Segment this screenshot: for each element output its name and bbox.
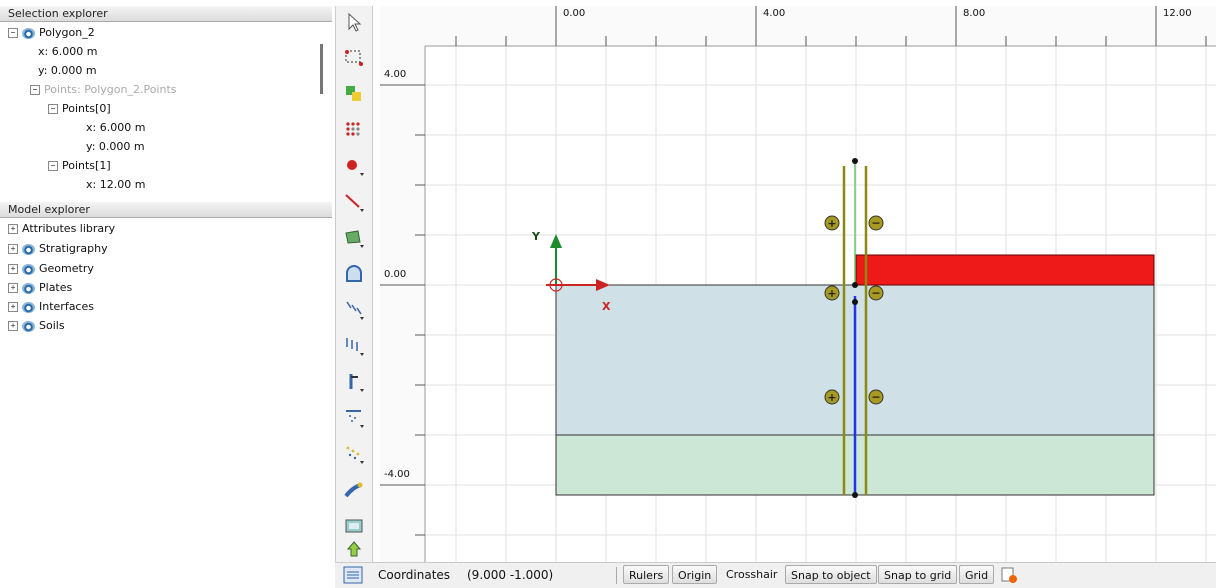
tree-item-label: y: 0.000 m (86, 140, 145, 153)
tree-item-label: x: 6.000 m (38, 45, 98, 58)
status-bar: Coordinates (9.000 -1.000) Rulers Origin… (335, 562, 1216, 588)
expand-icon[interactable]: + (8, 264, 18, 274)
tree-item-polygon[interactable]: − Polygon_2 (8, 24, 95, 42)
ruler-x-label: 0.00 (563, 8, 586, 19)
tree-item-soils[interactable]: + Soils (8, 317, 65, 335)
tree-item-label: y: 0.000 m (38, 64, 97, 77)
tree-item-points[interactable]: − Points: Polygon_2.Points (30, 81, 177, 99)
pore-pressure-icon[interactable] (342, 442, 366, 466)
tree-item-point0-y[interactable]: y: 0.000 m (86, 138, 145, 156)
snap-to-grid-toggle[interactable]: Snap to grid (878, 565, 958, 584)
selection-explorer-tree: − Polygon_2 x: 6.000 m y: 0.000 m − Points… (0, 22, 332, 198)
collapse-icon[interactable]: − (30, 85, 40, 95)
tree-item-label: Points[0] (62, 102, 111, 115)
ruler-x-label: 4.00 (763, 8, 786, 19)
create-tunnel-icon[interactable] (342, 262, 366, 286)
model-explorer-header: Model explorer (0, 202, 332, 218)
horizontal-ruler[interactable] (380, 6, 1216, 47)
origin-toggle[interactable]: Origin (672, 565, 718, 584)
tree-item-label: Points[1] (62, 159, 111, 172)
select-pointer-icon[interactable] (342, 10, 366, 34)
tree-item-point0-x[interactable]: x: 6.000 m (86, 119, 145, 137)
expand-icon[interactable]: + (8, 224, 18, 234)
tree-item-label: Polygon_2 (39, 26, 95, 39)
collapse-icon[interactable]: − (48, 161, 58, 171)
svg-text:−: − (871, 217, 880, 230)
grid-toggle[interactable]: Grid (959, 565, 995, 584)
svg-text:+: + (827, 287, 836, 300)
tree-item-plates[interactable]: + Plates (8, 279, 72, 297)
create-polygon-icon[interactable] (342, 226, 366, 250)
eye-icon[interactable] (22, 27, 35, 39)
model-explorer-tree: + Attributes library + Stratigraphy + Geome… (0, 219, 332, 349)
tree-item-label: x: 6.000 m (86, 121, 146, 134)
snapping-options-icon[interactable] (1000, 566, 1018, 584)
crosshair-toggle[interactable]: Crosshair (726, 563, 777, 587)
create-point-icon[interactable] (342, 154, 366, 178)
tree-item-attributes-library[interactable]: + Attributes library (8, 220, 115, 238)
displacement-icon[interactable] (342, 406, 366, 430)
axis-x-label: X (602, 300, 611, 313)
tree-item-label: Geometry (39, 262, 94, 275)
tree-item-label: Stratigraphy (39, 242, 108, 255)
ruler-y-label: 4.00 (384, 69, 407, 80)
ruler-x-label: 8.00 (963, 8, 986, 19)
load-polygon[interactable] (855, 254, 1155, 286)
collapse-icon[interactable]: − (8, 28, 18, 38)
create-line-icon[interactable] (342, 190, 366, 214)
eye-icon[interactable] (22, 282, 35, 294)
tree-item-points-1[interactable]: − Points[1] (48, 157, 111, 175)
tree-item-interfaces[interactable]: + Interfaces (8, 298, 94, 316)
line-load-icon[interactable] (342, 334, 366, 358)
coordinates-label: Coordinates (378, 568, 451, 582)
import-geometry-icon[interactable] (342, 538, 366, 562)
ruler-y-label: 0.00 (384, 269, 407, 280)
tree-item-stratigraphy[interactable]: + Stratigraphy (8, 240, 108, 258)
drawing-area[interactable]: + − + − + − 0.00 4.00 8.00 12.00 4.00 0.… (380, 6, 1216, 562)
ruler-x-label: 12.00 (1163, 8, 1192, 19)
tree-item-x[interactable]: x: 6.000 m (38, 43, 97, 61)
tree-item-geometry[interactable]: + Geometry (8, 260, 94, 278)
svg-text:−: − (871, 391, 880, 404)
select-rectangle-icon[interactable] (342, 46, 366, 70)
separator (616, 567, 617, 584)
tree-item-label: Plates (39, 281, 73, 294)
expand-icon[interactable]: + (8, 321, 18, 331)
svg-text:−: − (871, 287, 880, 300)
move-object-icon[interactable] (342, 82, 366, 106)
snap-to-object-toggle[interactable]: Snap to object (785, 565, 877, 584)
svg-text:+: + (827, 217, 836, 230)
eye-icon[interactable] (22, 243, 35, 255)
collapse-icon[interactable]: − (48, 104, 58, 114)
tree-item-y[interactable]: y: 0.000 m (38, 62, 97, 80)
expand-icon[interactable]: + (8, 302, 18, 312)
expand-icon[interactable]: + (8, 244, 18, 254)
svg-text:+: + (827, 391, 836, 404)
tree-item-label: Attributes library (22, 222, 116, 235)
point-load-icon[interactable] (342, 298, 366, 322)
tree-item-label: Interfaces (39, 300, 94, 313)
rulers-toggle[interactable]: Rulers (623, 565, 670, 584)
ruler-y-label: -4.00 (384, 469, 410, 480)
tree-item-points-0[interactable]: − Points[0] (48, 100, 111, 118)
vertical-ruler[interactable] (380, 46, 426, 562)
axis-y-label: Y (532, 230, 540, 243)
tree-item-label: Soils (39, 319, 65, 332)
colour-palette-icon[interactable] (342, 514, 366, 538)
point-array-icon[interactable] (342, 118, 366, 142)
coordinates-value: (9.000 -1.000) (467, 568, 554, 582)
selection-explorer-header: Selection explorer (0, 6, 332, 22)
drawing-toolbar (335, 6, 373, 587)
tree-item-point1-x[interactable]: x: 12.00 m (86, 176, 145, 194)
eye-icon[interactable] (22, 320, 35, 332)
thermal-icon[interactable] (342, 478, 366, 502)
expand-icon[interactable]: + (8, 283, 18, 293)
status-menu-icon[interactable] (343, 566, 363, 584)
tree-item-label: x: 12.00 m (86, 178, 146, 191)
scrollbar-thumb[interactable] (320, 44, 323, 94)
create-anchor-icon[interactable] (342, 370, 366, 394)
eye-icon[interactable] (22, 263, 35, 275)
eye-icon[interactable] (22, 301, 35, 313)
tree-item-label: Points: Polygon_2.Points (44, 83, 177, 96)
